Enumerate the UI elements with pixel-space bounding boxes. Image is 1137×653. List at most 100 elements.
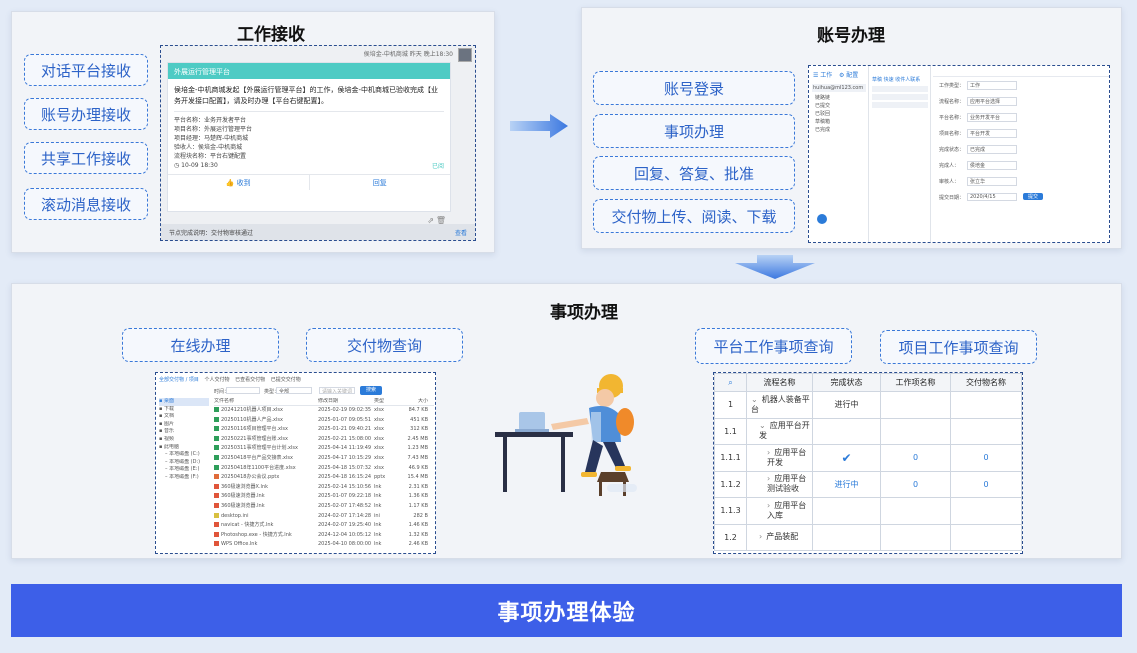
option-deliverable-query[interactable]: 交付物查询 [306,328,463,362]
option-account-receive[interactable]: 账号办理接收 [24,98,148,130]
table-row[interactable]: 1.1 ⌄ 应用平台开发 [714,417,1022,445]
sidebar-item[interactable]: – 本地磁盘 (C:) [159,451,209,459]
form-value[interactable]: 业务开发平台 [967,113,1017,122]
sidebar-item[interactable]: ▪ 桌面 [159,398,209,406]
menu-item[interactable]: 已驳回 [815,110,830,117]
chat-bubble-icon[interactable] [817,214,827,224]
form-value[interactable]: 已完成 [967,145,1017,154]
option-platform-query[interactable]: 平台工作事项查询 [695,328,852,364]
form-value[interactable]: 工作 [967,81,1017,90]
menu-item[interactable]: 草稿箱 [815,118,830,125]
file-row[interactable]: desktop.ini 2024-02-07 17:14:28 ini 282 B [214,512,434,522]
form-value[interactable]: 侯培金 [967,161,1017,170]
chevron-right-icon[interactable]: › [767,501,770,510]
file-row[interactable]: 20250110机器人产品.xlsx 2025-01-07 09:05:51 xls… [214,416,434,426]
file-row[interactable]: WPS Office.lnk 2025-04-10 08:00:00 lnk 2.46… [214,540,434,550]
sidebar-item[interactable]: ▪ 音乐 [159,428,209,436]
table-row[interactable]: 1.1.1 › 应用平台开发 ✔ 0 0 [714,444,1022,472]
option-shared-work[interactable]: 共享工作接收 [24,142,148,174]
chevron-right-icon[interactable]: › [759,532,762,541]
file-row[interactable]: 360极速浏览器.lnk 2025-01-07 09:22:18 lnk 1.36 K… [214,492,434,502]
option-account-login[interactable]: 账号登录 [593,71,795,105]
option-reply-approve[interactable]: 回复、答复、批准 [593,156,795,190]
nav-work[interactable]: ☰ 工作 [813,70,832,79]
tab[interactable]: 收件人联系 [895,77,920,83]
type-select[interactable]: 全部 [276,387,312,394]
file-row[interactable]: 20250311事项管理平台计划.xlsx 2025-04-14 11:19:49… [214,444,434,454]
form-value[interactable]: 2020/4/15 [967,193,1017,201]
receive-button[interactable]: 👍 收到 [168,175,310,190]
chevron-right-icon[interactable]: › [767,474,770,483]
chevron-right-icon[interactable]: › [767,448,770,457]
search-input[interactable]: 请输入关键词 [319,387,355,394]
menu-item[interactable]: 链路链 [815,94,830,101]
person-at-desk-illustration [495,374,637,496]
tab[interactable]: 草稿 [872,77,882,83]
file-cell: xlsx [374,435,384,442]
chevron-down-icon[interactable]: ⌄ [751,395,758,404]
menu-item[interactable]: 已提交 [815,102,830,109]
table-row[interactable]: 1 ⌄ 机器人装备平台 进行中 [714,391,1022,419]
row-work [880,523,951,551]
option-project-query[interactable]: 项目工作事项查询 [880,330,1037,364]
file-cell: 2.31 KB [408,483,428,490]
footer-view-link[interactable]: 查看 [455,228,467,237]
file-cell: lnk [374,541,382,548]
file-row[interactable]: 20250418办公会议.pptx 2025-04-18 16:15:24 pptx… [214,473,434,483]
search-button[interactable]: 搜索 [360,386,382,395]
filter-time-input[interactable] [226,387,260,394]
sidebar-item[interactable]: ▪ 下载 [159,406,209,414]
file-row[interactable]: 20250418年1100平台进度.xlsx 2025-04-18 15:07:3… [214,464,434,474]
sidebar-item[interactable]: ▪ 视频 [159,436,209,444]
sidebar-item[interactable]: – 本地磁盘 (E:) [159,466,209,474]
file-cell: lnk [374,483,382,490]
search-icon[interactable]: ⌕ [714,373,747,392]
table-row[interactable]: 1.1.3 › 应用平台入库 [714,497,1022,525]
crumb[interactable]: 已查看交付物 [235,377,265,383]
file-name: Photoshop.exe - 快捷方式.lnk [214,531,318,541]
form-value[interactable]: 平台开发 [967,129,1017,138]
file-cell: 2025-02-14 15:10:56 [318,483,372,490]
menu-item[interactable]: 已完成 [815,126,830,133]
file-name: 20250418办公会议.pptx [214,473,318,483]
file-row[interactable]: 20250418平台产品交接表.xlsx 2025-04-17 10:15:29 x… [214,454,434,464]
option-matter-handle[interactable]: 事项办理 [593,114,795,148]
crumb[interactable]: 已提交交付物 [271,377,301,383]
crumb[interactable]: 个人交付物 [204,377,229,383]
row-deliverable [950,417,1022,445]
sidebar-item[interactable]: ▪ 文档 [159,413,209,421]
sidebar-item[interactable]: – 本地磁盘 (D:) [159,459,209,467]
form-value[interactable]: 张立华 [967,177,1017,186]
submit-button[interactable]: 提交 [1023,193,1043,200]
option-online-handle[interactable]: 在线办理 [122,328,279,362]
file-row[interactable]: 360极速浏览器.lnk 2025-02-07 17:48:52 lnk 1.17 K… [214,502,434,512]
file-row[interactable]: 360极速浏览器X.lnk 2025-02-14 15:10:56 lnk 2.31 … [214,483,434,493]
card-header: 外展运行管理平台 [168,63,450,79]
file-row[interactable]: 20250116项目管理平台.xlsx 2025-01-21 09:40:21 xl… [214,425,434,435]
panel-title: 事项办理 [550,303,618,323]
row-number: 1.1.1 [714,444,747,472]
table-row[interactable]: 1.1.2 › 应用平台测试验收 进行中 0 0 [714,470,1022,498]
sidebar-item[interactable]: ▪ 此电脑 [159,444,209,452]
file-row[interactable]: Photoshop.exe - 快捷方式.lnk 2024-12-04 10:05… [214,531,434,541]
sidebar-item[interactable]: – 本地磁盘 (F:) [159,474,209,482]
file-row[interactable]: 20250221事项管理台账.xlsx 2025-02-21 15:08:00 xl… [214,435,434,445]
chevron-down-icon[interactable]: ⌄ [759,421,766,430]
table-row[interactable]: 1.2 › 产品装配 [714,523,1022,551]
form-value[interactable]: 应用平台选择 [967,97,1017,106]
file-row[interactable]: 20241210机器人项目.xlsx 2025-02-19 09:02:35 xls… [214,406,434,416]
option-deliverable-upload[interactable]: 交付物上传、阅读、下载 [593,199,795,233]
panel-title: 工作接收 [237,25,305,45]
row-status [812,523,881,551]
file-row[interactable]: navicat - 快捷方式.lnk 2024-02-07 19:25:40 lnk… [214,521,434,531]
reply-button[interactable]: 回复 [310,175,451,190]
column-header: 完成状态 [812,373,881,392]
tab[interactable]: 快速 [884,77,894,83]
option-scroll-message[interactable]: 滚动消息接收 [24,188,148,220]
nav-config[interactable]: ⚙ 配置 [839,70,858,79]
file-cell: 2024-12-04 10:05:12 [318,531,372,538]
thumb-icon: 👍 [225,178,235,187]
sidebar-item[interactable]: ▪ 图片 [159,421,209,429]
crumb[interactable]: 全部交付物 / 项目 [159,377,199,383]
option-chat-platform[interactable]: 对话平台接收 [24,54,148,86]
